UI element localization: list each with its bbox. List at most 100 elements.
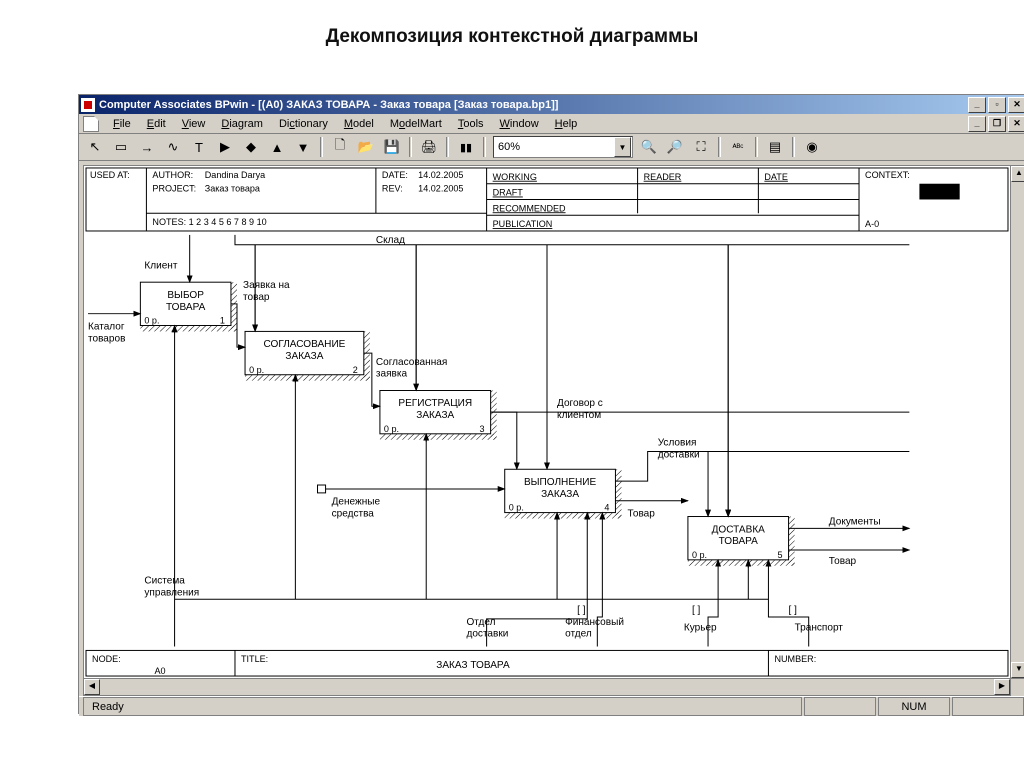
squiggle-tool-icon[interactable]: ∿ <box>161 135 185 159</box>
svg-text:1: 1 <box>220 316 225 326</box>
save-file-icon[interactable]: 💾 <box>380 135 404 159</box>
svg-text:USED AT:: USED AT: <box>90 170 130 180</box>
open-file-icon[interactable]: 📂 <box>354 135 378 159</box>
activity-box-1[interactable]: ВЫБОР ТОВАРА 0 р. 1 <box>140 282 237 331</box>
svg-text:Dandina Darya: Dandina Darya <box>205 170 265 180</box>
svg-text:Склад: Склад <box>376 235 405 246</box>
svg-text:ТОВАРА: ТОВАРА <box>166 302 206 313</box>
svg-text:Документы: Документы <box>829 516 881 527</box>
status-cap <box>804 697 876 716</box>
menu-model[interactable]: Model <box>338 116 380 132</box>
svg-text:средства: средства <box>332 509 375 520</box>
mdi-close-button[interactable]: ✕ <box>1008 116 1024 132</box>
scroll-right-icon[interactable]: ▶ <box>994 679 1010 695</box>
svg-text:товаров: товаров <box>88 333 125 344</box>
svg-text:товар: товар <box>243 292 270 303</box>
menu-file[interactable]: File <box>107 116 137 132</box>
menu-edit[interactable]: Edit <box>141 116 172 132</box>
activity-box-2[interactable]: СОГЛАСОВАНИЕ ЗАКАЗА 0 р. 2 <box>245 331 370 380</box>
svg-text:0 р.: 0 р. <box>249 365 264 375</box>
diagram-canvas[interactable]: USED AT: AUTHOR: Dandina Darya PROJECT: … <box>83 165 1011 679</box>
svg-text:REV:: REV: <box>382 184 403 194</box>
svg-text:Заявка на: Заявка на <box>243 280 290 291</box>
svg-text:Система: Система <box>144 576 185 587</box>
activity-box-5[interactable]: ДОСТАВКА ТОВАРА 0 р. 5 <box>688 517 795 566</box>
mdi-restore-button[interactable]: ❐ <box>988 116 1006 132</box>
status-ready: Ready <box>83 697 802 716</box>
svg-text:WORKING: WORKING <box>493 172 537 182</box>
svg-text:[ ]: [ ] <box>577 605 586 616</box>
pointer-tool-icon[interactable]: ↖ <box>83 135 107 159</box>
zoom-out-icon[interactable]: 🔎 <box>663 135 687 159</box>
menu-view[interactable]: View <box>176 116 212 132</box>
menu-bar: File Edit View Diagram Dictionary Model … <box>79 114 1024 134</box>
minimize-button[interactable]: _ <box>968 97 986 113</box>
zoom-fit-icon[interactable]: ⛶ <box>689 135 713 159</box>
status-num: NUM <box>878 697 950 716</box>
svg-text:NODE:: NODE: <box>92 654 121 664</box>
new-file-icon[interactable]: 🗋 <box>328 135 352 159</box>
menu-tools[interactable]: Tools <box>452 116 490 132</box>
maximize-button[interactable]: ▫ <box>988 97 1006 113</box>
svg-text:ДОСТАВКА: ДОСТАВКА <box>712 524 766 535</box>
text-tool-icon[interactable]: T <box>187 135 211 159</box>
activity-box-3[interactable]: РЕГИСТРАЦИЯ ЗАКАЗА 0 р. 3 <box>380 390 497 439</box>
svg-text:0 р.: 0 р. <box>509 503 524 513</box>
svg-text:Товар: Товар <box>628 509 656 520</box>
svg-text:Согласованная: Согласованная <box>376 357 447 368</box>
scroll-down-icon[interactable]: ▼ <box>1011 662 1024 678</box>
document-area: USED AT: AUTHOR: Dandina Darya PROJECT: … <box>79 161 1024 696</box>
mdi-minimize-button[interactable]: _ <box>968 116 986 132</box>
svg-text:заявка: заявка <box>376 369 408 380</box>
spellcheck-icon[interactable]: ᴬᴮᶜ <box>726 135 750 159</box>
modelmart-icon[interactable]: ◉ <box>800 135 824 159</box>
svg-text:3: 3 <box>480 424 485 434</box>
svg-text:Финансовый: Финансовый <box>565 617 624 628</box>
go-parent-tool-icon[interactable]: ▲ <box>265 135 289 159</box>
vertical-scrollbar[interactable]: ▲ ▼ <box>1010 165 1024 679</box>
svg-text:СОГЛАСОВАНИЕ: СОГЛАСОВАНИЕ <box>263 339 345 350</box>
arrow-tool-icon[interactable]: → <box>135 135 159 159</box>
svg-text:Договор с: Договор с <box>557 398 603 409</box>
menu-window[interactable]: Window <box>494 116 545 132</box>
zoom-combobox[interactable]: 60% ▼ <box>493 136 633 158</box>
svg-text:READER: READER <box>644 172 682 182</box>
svg-text:ЗАКАЗА: ЗАКАЗА <box>285 351 323 362</box>
go-sibling-tool-icon[interactable]: ◆ <box>239 135 263 159</box>
svg-text:ВЫБОР: ВЫБОР <box>167 290 204 301</box>
menu-help[interactable]: Help <box>549 116 584 132</box>
svg-text:ВЫПОЛНЕНИЕ: ВЫПОЛНЕНИЕ <box>524 477 597 488</box>
model-explorer-icon[interactable]: ▤ <box>763 135 787 159</box>
zoom-in-icon[interactable]: 🔍 <box>637 135 661 159</box>
go-down-tool-icon[interactable]: ▼ <box>291 135 315 159</box>
menu-diagram[interactable]: Diagram <box>215 116 269 132</box>
print-icon[interactable]: 🖨 <box>417 135 441 159</box>
svg-text:5: 5 <box>777 550 782 560</box>
report-icon[interactable]: ▮▮ <box>454 135 478 159</box>
svg-text:NUMBER:: NUMBER: <box>774 654 816 664</box>
app-window: Computer Associates BPwin - [(A0) ЗАКАЗ … <box>78 94 1024 714</box>
svg-text:0 р.: 0 р. <box>384 424 399 434</box>
svg-text:RECOMMENDED: RECOMMENDED <box>493 203 566 213</box>
svg-text:Клиент: Клиент <box>144 260 178 271</box>
svg-text:PROJECT:: PROJECT: <box>152 184 196 194</box>
menu-dictionary[interactable]: Dictionary <box>273 116 334 132</box>
toolbar: ↖ ▭ → ∿ T ▶ ◆ ▲ ▼ 🗋 📂 💾 🖨 ▮▮ 60% ▼ 🔍 🔎 ⛶ <box>79 134 1024 161</box>
go-child-tool-icon[interactable]: ▶ <box>213 135 237 159</box>
dropdown-icon[interactable]: ▼ <box>614 137 631 157</box>
svg-text:DATE:: DATE: <box>382 170 408 180</box>
activity-box-tool-icon[interactable]: ▭ <box>109 135 133 159</box>
svg-text:14.02.2005: 14.02.2005 <box>418 170 463 180</box>
document-icon <box>83 116 99 132</box>
scroll-left-icon[interactable]: ◀ <box>84 679 100 695</box>
svg-text:РЕГИСТРАЦИЯ: РЕГИСТРАЦИЯ <box>398 398 472 409</box>
status-bar: Ready NUM <box>79 696 1024 716</box>
scroll-up-icon[interactable]: ▲ <box>1011 166 1024 182</box>
svg-text:14.02.2005: 14.02.2005 <box>418 184 463 194</box>
activity-box-4[interactable]: ВЫПОЛНЕНИЕ ЗАКАЗА 0 р. 4 <box>505 469 622 518</box>
svg-text:DATE: DATE <box>764 172 787 182</box>
svg-text:2: 2 <box>353 365 358 375</box>
menu-modelmart[interactable]: ModelMart <box>384 116 448 132</box>
horizontal-scrollbar[interactable]: ◀ ▶ <box>83 678 1011 696</box>
close-button[interactable]: ✕ <box>1008 97 1024 113</box>
